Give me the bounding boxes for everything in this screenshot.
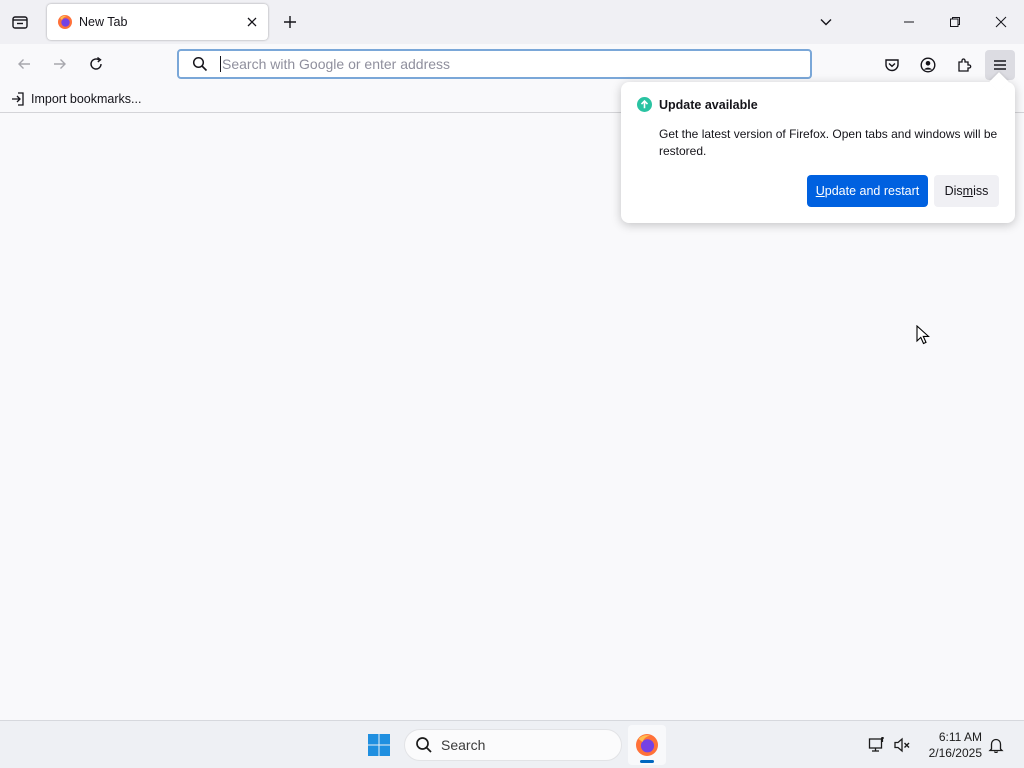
update-button-label-post: pdate and restart [824,184,920,198]
forward-icon [54,59,66,69]
update-arrow-icon [637,97,652,112]
account-button[interactable] [913,50,943,80]
plus-icon [284,16,296,28]
back-icon [18,59,30,69]
save-to-pocket-button[interactable] [877,50,907,80]
close-window-button[interactable] [978,0,1024,44]
update-available-panel: Update available Get the latest version … [621,72,1015,223]
reload-icon [90,56,102,70]
taskbar-search-box[interactable]: Search [404,729,622,761]
running-app-indicator [640,760,654,763]
tab-list-icon [12,16,28,29]
mouse-cursor-icon [916,325,930,345]
panel-title: Update available [659,97,758,112]
firefox-view-button[interactable] [6,8,34,36]
dismiss-button[interactable]: Dis m iss [934,175,999,207]
taskbar-search-label: Search [441,737,486,753]
minimize-button[interactable] [886,0,932,44]
dismiss-button-accesskey: m [962,184,974,198]
notification-bell-icon [988,738,1004,753]
taskbar: Search 6:11 AM 2/16/2025 [0,720,1024,768]
close-tab-button[interactable] [240,10,264,34]
search-icon [416,737,432,753]
url-input[interactable] [220,56,780,72]
back-button[interactable] [10,50,38,78]
hamburger-menu-icon [994,60,1006,70]
windows-start-icon [368,734,390,756]
minimize-icon [904,21,914,23]
account-icon [920,57,936,73]
pocket-icon [885,59,899,72]
reload-button[interactable] [82,50,110,78]
search-icon [190,54,210,74]
network-icon [868,737,884,752]
extensions-icon [958,58,972,72]
new-tab-button[interactable] [276,8,304,36]
restore-button[interactable] [932,0,978,44]
notifications-button[interactable] [985,734,1007,756]
tab-strip: New Tab [0,0,1024,44]
clock-time: 6:11 AM [938,730,982,744]
tab-title: New Tab [79,15,128,29]
address-bar[interactable] [177,49,812,79]
panel-description: Get the latest version of Firefox. Open … [659,127,998,158]
clock-date: 2/16/2025 [928,746,982,760]
forward-button[interactable] [46,50,74,78]
volume-tray-button[interactable] [891,734,913,756]
close-icon [247,17,257,27]
close-icon [995,16,1007,28]
taskbar-clock[interactable]: 6:11 AM 2/16/2025 [920,729,982,761]
list-all-tabs-button[interactable] [812,8,840,36]
dismiss-button-label-pre: Dis [944,184,963,198]
update-and-restart-button[interactable]: Update and restart [807,175,928,207]
volume-muted-icon [894,737,910,753]
import-icon [12,92,24,106]
firefox-icon [58,15,72,29]
firefox-icon [636,734,658,756]
dismiss-button-label-post: iss [973,184,989,198]
start-button[interactable] [362,727,396,763]
import-bookmarks-label: Import bookmarks... [31,92,142,106]
tab-new-tab[interactable]: New Tab [47,4,268,40]
restore-icon [950,17,960,27]
import-bookmarks-button[interactable]: Import bookmarks... [10,89,141,109]
extensions-button[interactable] [949,50,979,80]
navigation-toolbar [0,44,1024,84]
taskbar-firefox-app[interactable] [628,725,666,765]
network-tray-button[interactable] [866,734,888,756]
chevron-down-icon [820,19,832,26]
update-button-accesskey: U [815,184,825,198]
panel-header: Update available [637,97,758,112]
